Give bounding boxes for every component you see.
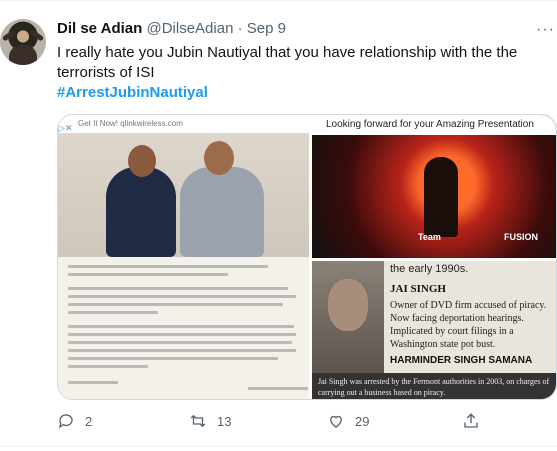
avatar[interactable]	[0, 19, 46, 65]
share-icon	[464, 413, 478, 428]
separator-dot: ·	[237, 20, 243, 37]
ad-banner[interactable]: ▷✕ Get It Now! qlinkwireless.com	[58, 115, 309, 133]
media-image-2[interactable]: Looking forward for your Amazing Present…	[312, 115, 556, 258]
like-count: 29	[355, 413, 370, 429]
poster-label-fusion: FUSION	[504, 232, 539, 242]
top-divider	[0, 0, 557, 1]
display-name[interactable]: Dil se Adian	[57, 20, 142, 37]
concert-caption: Looking forward for your Amazing Present…	[312, 115, 556, 135]
clipping-body: Owner of DVD firm accused of piracy. Now…	[390, 300, 547, 350]
user-handle[interactable]: @DilseAdian	[146, 20, 233, 37]
reply-icon	[58, 414, 73, 429]
clipping-line-1: the early 1990s.	[390, 263, 469, 275]
clipping-subheading: HARMINDER SINGH SAMANA	[390, 355, 533, 366]
tweet-actions: 2 13 29	[57, 412, 537, 432]
tweet-date[interactable]: Sep 9	[247, 20, 286, 37]
letter-document	[58, 257, 309, 399]
ad-text: Get It Now! qlinkwireless.com	[78, 119, 183, 128]
tweet-text: I really hate you Jubin Nautiyal that yo…	[57, 44, 518, 81]
retweet-button[interactable]: 13	[189, 412, 231, 430]
media-image-1[interactable]: ▷✕ Get It Now! qlinkwireless.com	[58, 115, 309, 399]
reply-button[interactable]: 2	[57, 412, 92, 430]
poster-label-team: Team	[418, 232, 441, 242]
retweet-icon	[190, 414, 206, 428]
media-grid[interactable]: ▷✕ Get It Now! qlinkwireless.com Looking…	[57, 114, 557, 400]
heart-icon	[330, 415, 342, 428]
reply-count: 2	[85, 413, 93, 429]
clipping-caption: Jai Singh was arrested by the Fermont au…	[312, 373, 556, 399]
like-button[interactable]: 29	[327, 412, 369, 430]
bottom-divider	[0, 446, 557, 447]
tweet-header: Dil se Adian @DilseAdian · Sep 9	[57, 19, 286, 39]
clipping-heading: JAI SINGH	[390, 283, 446, 295]
hashtag-link[interactable]: #ArrestJubinNautiyal	[57, 83, 208, 103]
retweet-count: 13	[217, 413, 232, 429]
more-options-icon[interactable]: ···	[536, 22, 555, 38]
share-button[interactable]	[462, 412, 480, 430]
media-image-3[interactable]: the early 1990s. JAI SINGH Owner of DVD …	[312, 261, 556, 399]
